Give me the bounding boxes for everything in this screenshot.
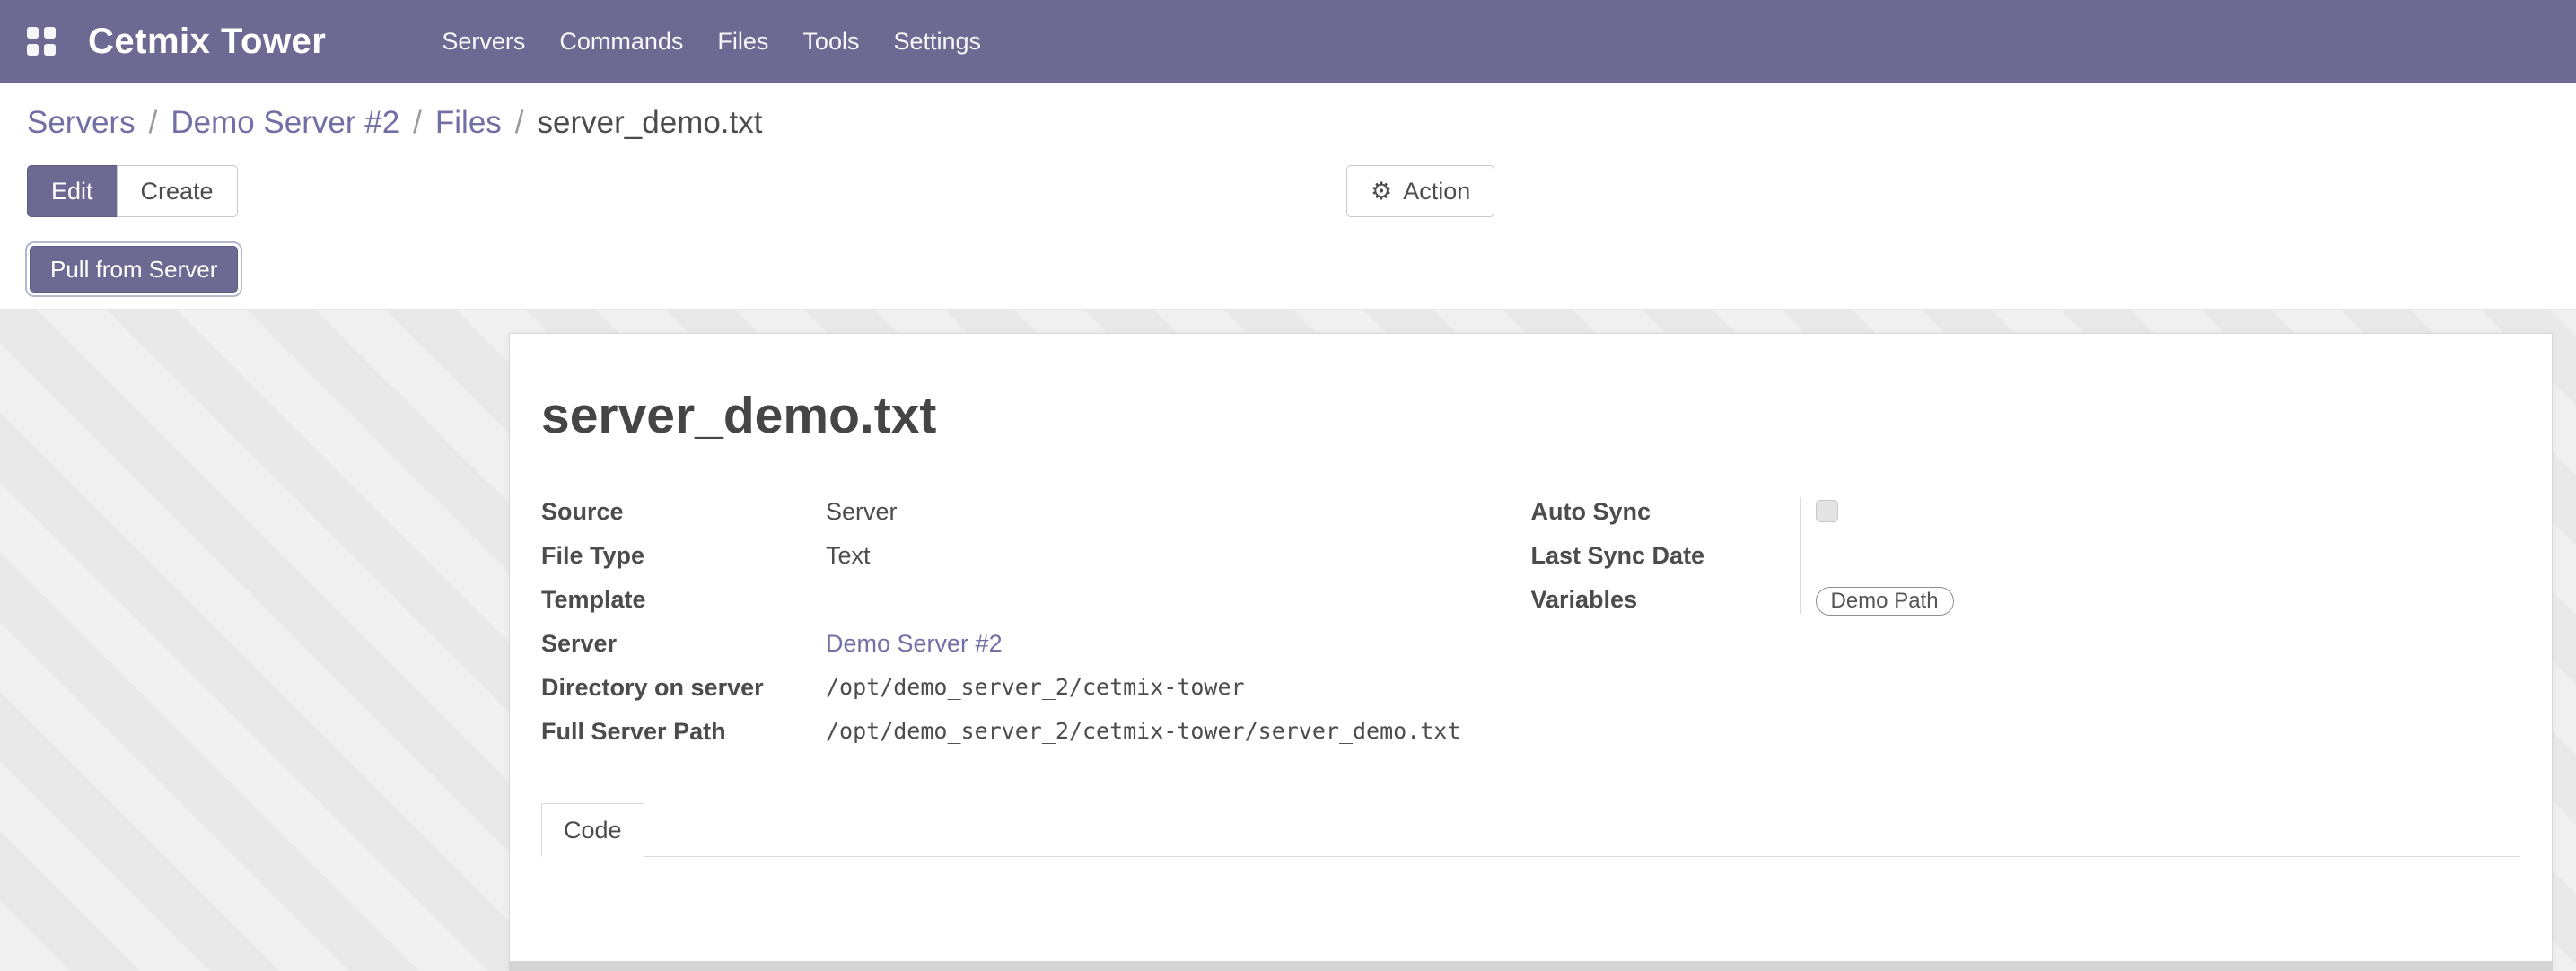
tab-code[interactable]: Code <box>541 803 644 857</box>
notebook: Code <box>541 803 2520 971</box>
breadcrumb-separator: / <box>413 105 422 140</box>
field-group-right: Auto Sync Last Sync Date VariablesDemo Pat… <box>1531 495 2521 759</box>
action-button-label: Action <box>1403 178 1470 206</box>
auto-sync-checkbox[interactable] <box>1816 500 1838 522</box>
field-label-directory-on-server: Directory on server <box>541 671 826 704</box>
field-value-variables: Demo Path <box>1816 583 1954 616</box>
field-label-variables: Variables <box>1531 583 1816 616</box>
field-label-source: Source <box>541 495 826 528</box>
form-sheet: server_demo.txt SourceServerFile TypeTex… <box>509 333 2553 971</box>
field-row-last-sync-date: Last Sync Date <box>1531 539 2521 583</box>
field-label-template: Template <box>541 583 826 616</box>
field-value-auto-sync <box>1816 495 1838 530</box>
field-value-file-type: Text <box>826 539 871 572</box>
navbar-menu: ServersCommandsFilesToolsSettings <box>425 0 998 83</box>
field-row-server: ServerDemo Server #2 <box>541 627 1531 671</box>
field-group-left: SourceServerFile TypeTextTemplateServerD… <box>541 495 1531 759</box>
field-label-file-type: File Type <box>541 539 826 572</box>
gear-icon: ⚙ <box>1371 179 1392 204</box>
field-value-server: Demo Server #2 <box>826 627 1003 660</box>
field-row-auto-sync: Auto Sync <box>1531 495 2521 539</box>
breadcrumb: Servers / Demo Server #2 / Files / server_demo… <box>27 102 2549 144</box>
apps-grid-icon[interactable] <box>27 27 56 56</box>
edit-create-button-group: Edit Create <box>27 165 238 217</box>
field-row-variables: VariablesDemo Path <box>1531 583 2521 627</box>
field-row-file-type: File TypeText <box>541 539 1531 583</box>
field-value-source: Server <box>826 495 898 528</box>
field-row-directory-on-server: Directory on server/opt/demo_server_2/ce… <box>541 671 1531 715</box>
field-label-last-sync-date: Last Sync Date <box>1531 539 1816 572</box>
apps-grid-dot <box>27 44 39 56</box>
menu-item-servers[interactable]: Servers <box>425 0 542 83</box>
field-value-directory-on-server: /opt/demo_server_2/cetmix-tower <box>826 671 1245 704</box>
field-row-full-server-path: Full Server Path/opt/demo_server_2/cetmi… <box>541 715 1531 759</box>
apps-grid-dot <box>44 44 56 56</box>
breadcrumb-link-servers[interactable]: Servers <box>27 105 136 140</box>
tag-demo-path: Demo Path <box>1816 587 1954 616</box>
menu-item-files[interactable]: Files <box>700 0 785 83</box>
breadcrumb-link-demo-server-2[interactable]: Demo Server #2 <box>171 105 399 140</box>
field-link-server[interactable]: Demo Server #2 <box>826 630 1003 657</box>
field-label-auto-sync: Auto Sync <box>1531 495 1816 528</box>
field-value-full-server-path: /opt/demo_server_2/cetmix-tower/server_d… <box>826 715 1460 748</box>
field-row-template: Template <box>541 583 1531 627</box>
action-button[interactable]: ⚙ Action <box>1346 165 1494 217</box>
control-panel: Servers / Demo Server #2 / Files / server_demo… <box>0 83 2576 309</box>
top-navbar: Cetmix Tower ServersCommandsFilesToolsSe… <box>0 0 2576 83</box>
workflow-button-row: Pull from Server <box>27 246 2549 300</box>
menu-item-commands[interactable]: Commands <box>542 0 700 83</box>
field-grid: SourceServerFile TypeTextTemplateServerD… <box>541 495 2520 759</box>
field-label-full-server-path: Full Server Path <box>541 715 826 748</box>
edit-button[interactable]: Edit <box>27 165 118 217</box>
apps-grid-dot <box>27 27 39 39</box>
menu-item-settings[interactable]: Settings <box>876 0 998 83</box>
record-title: server_demo.txt <box>541 386 2520 445</box>
breadcrumb-link-files[interactable]: Files <box>435 105 502 140</box>
form-view-background: server_demo.txt SourceServerFile TypeTex… <box>0 309 2576 971</box>
app-brand[interactable]: Cetmix Tower <box>88 22 326 62</box>
create-button[interactable]: Create <box>117 165 238 217</box>
code-tab-content <box>541 857 2520 971</box>
breadcrumb-current: server_demo.txt <box>538 105 763 140</box>
field-row-source: SourceServer <box>541 495 1531 539</box>
pull-from-server-button[interactable]: Pull from Server <box>30 246 238 293</box>
menu-item-tools[interactable]: Tools <box>785 0 876 83</box>
field-label-server: Server <box>541 627 826 660</box>
code-editor-edge <box>509 961 2553 971</box>
breadcrumb-separator: / <box>515 105 524 140</box>
apps-grid-dot <box>44 27 56 39</box>
notebook-tabs: Code <box>541 803 2520 857</box>
breadcrumb-separator: / <box>149 105 158 140</box>
button-row: Edit Create ⚙ Action <box>27 165 2549 217</box>
